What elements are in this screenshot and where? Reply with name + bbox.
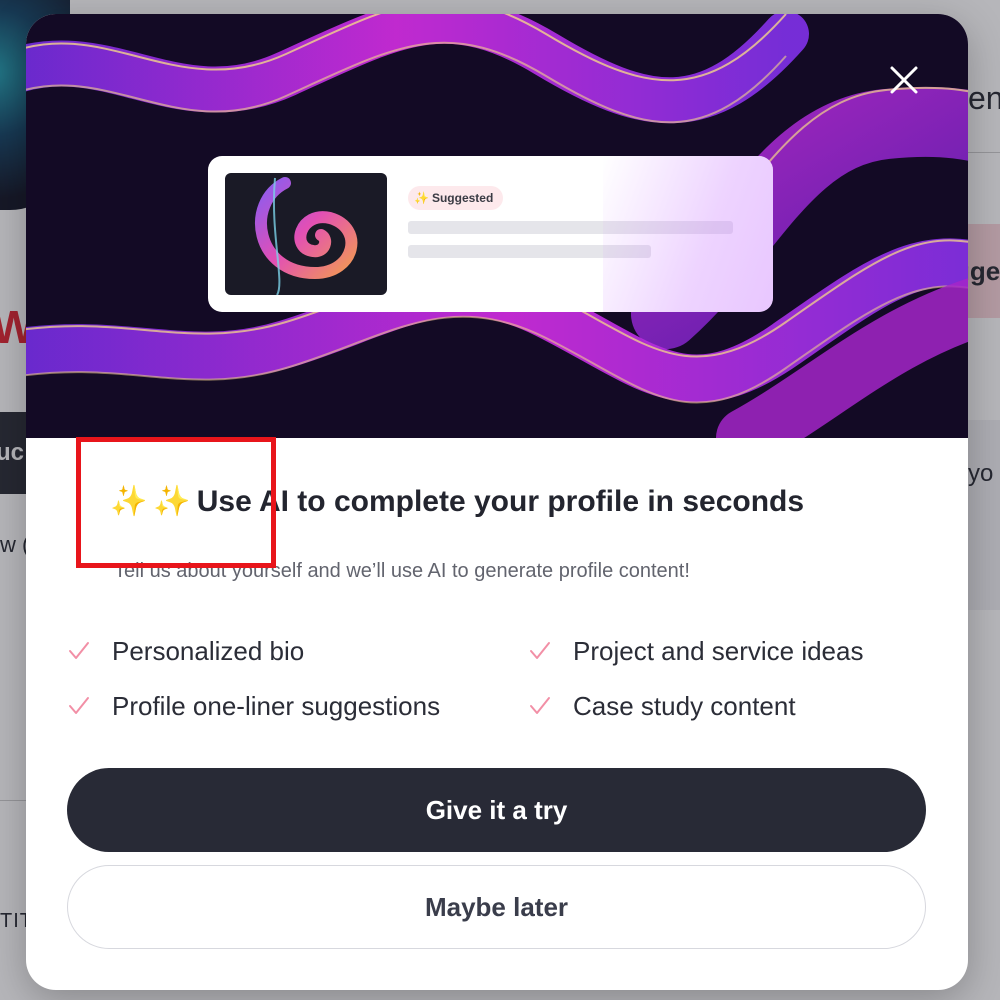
feature-item: Project and service ideas (527, 634, 863, 668)
modal-title-text: Use AI to complete your profile in secon… (196, 485, 805, 518)
modal-subtitle: Tell us about yourself and we’ll use AI … (114, 560, 690, 582)
feature-label: Case study content (573, 690, 796, 721)
skeleton-line (408, 245, 651, 258)
skeleton-line (408, 221, 733, 234)
modal-title: ✨ ✨ Use AI to complete your profile in sec… (110, 484, 910, 519)
sparkles-icon: ✨ (153, 485, 191, 518)
give-it-a-try-button[interactable]: Give it a try (67, 768, 926, 852)
feature-item: Profile one-liner suggestions (66, 689, 440, 723)
feature-label: Personalized bio (112, 635, 305, 666)
suggested-preview-card: ✨ Suggested (208, 156, 773, 312)
sparkles-icon: ✨ (414, 191, 429, 205)
maybe-later-button[interactable]: Maybe later (67, 865, 926, 949)
check-icon (530, 642, 550, 659)
feature-item: Personalized bio (66, 634, 304, 668)
check-icon (530, 697, 550, 714)
suggested-badge: ✨ Suggested (408, 186, 504, 210)
feature-label: Project and service ideas (573, 635, 864, 666)
ai-profile-modal: ✨ Suggested ✨ ✨ Use AI to complete your pro… (26, 14, 968, 990)
feature-list: Personalized bio Project and service ide… (66, 632, 946, 752)
preview-thumbnail (225, 173, 387, 295)
feature-label: Profile one-liner suggestions (112, 690, 441, 721)
check-icon (69, 642, 89, 659)
close-button[interactable] (882, 58, 926, 102)
hero-banner: ✨ Suggested (26, 14, 968, 438)
sparkles-icon: ✨ (110, 485, 148, 518)
close-icon (890, 66, 918, 94)
suggested-badge-label: Suggested (431, 191, 494, 205)
feature-item: Case study content (527, 689, 796, 723)
check-icon (69, 697, 89, 714)
